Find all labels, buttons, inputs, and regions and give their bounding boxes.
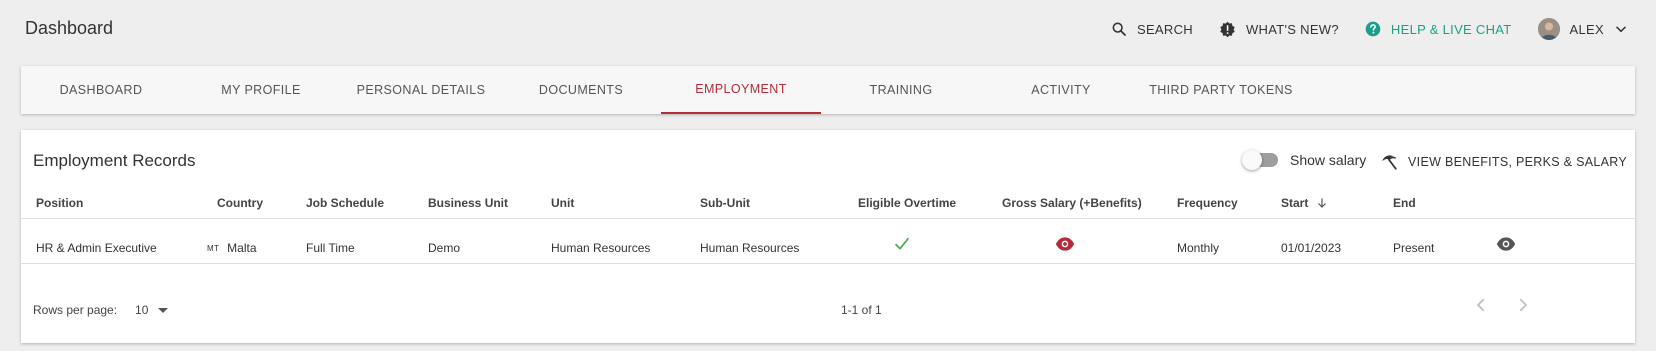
- column-header-gross-salary[interactable]: Gross Salary (+Benefits): [1002, 196, 1142, 210]
- dropdown-arrow-icon: [158, 307, 169, 313]
- rows-per-page-value: 10: [135, 303, 149, 317]
- column-header-position[interactable]: Position: [36, 196, 83, 210]
- rows-per-page-label: Rows per page:: [33, 303, 118, 317]
- tab-documents[interactable]: DOCUMENTS: [501, 66, 661, 114]
- country-name: Malta: [227, 241, 257, 255]
- tab-dashboard[interactable]: DASHBOARD: [21, 66, 181, 114]
- column-header-end[interactable]: End: [1393, 196, 1416, 210]
- next-page-button[interactable]: [1514, 296, 1532, 314]
- cell-end: Present: [1393, 241, 1435, 255]
- arrow-down-icon: [1316, 197, 1328, 209]
- cell-job-schedule: Full Time: [306, 241, 355, 255]
- rows-per-page-select[interactable]: 10: [135, 303, 169, 317]
- whats-new-button[interactable]: WHAT'S NEW?: [1219, 21, 1339, 38]
- view-benefits-button[interactable]: VIEW BENEFITS, PERKS & SALARY: [1380, 150, 1627, 174]
- toggle-track: [1242, 150, 1278, 170]
- cell-sub-unit: Human Resources: [700, 241, 800, 255]
- header-divider: [21, 218, 1635, 219]
- cell-business-unit: Demo: [428, 241, 461, 255]
- country-flag-code: MT: [207, 243, 220, 253]
- show-salary-label: Show salary: [1290, 152, 1367, 168]
- rows-per-page: Rows per page: 10: [33, 303, 169, 317]
- cell-country: MT Malta: [207, 241, 257, 255]
- cell-unit: Human Resources: [551, 241, 651, 255]
- toggle-thumb: [1242, 150, 1262, 170]
- tab-my-profile[interactable]: MY PROFILE: [181, 66, 341, 114]
- chevron-down-icon: [1614, 22, 1628, 36]
- view-benefits-label: VIEW BENEFITS, PERKS & SALARY: [1408, 155, 1627, 169]
- row-divider: [21, 263, 1635, 264]
- tab-third-party-tokens[interactable]: THIRD PARTY TOKENS: [1141, 66, 1301, 114]
- column-header-eligible-overtime[interactable]: Eligible Overtime: [858, 196, 956, 210]
- chevron-left-icon: [1477, 298, 1485, 312]
- previous-page-button[interactable]: [1472, 296, 1490, 314]
- user-name: ALEX: [1569, 21, 1604, 37]
- cell-frequency: Monthly: [1177, 241, 1220, 255]
- top-actions: SEARCH WHAT'S NEW? HELP & LIVE CHAT ALEX: [1085, 16, 1628, 42]
- avatar: [1537, 18, 1560, 40]
- cell-start: 01/01/2023: [1281, 241, 1342, 255]
- beach-umbrella-icon: [1380, 153, 1398, 171]
- reveal-salary-eye-icon[interactable]: [1055, 236, 1075, 255]
- help-icon: [1365, 21, 1381, 37]
- search-label: SEARCH: [1136, 21, 1193, 37]
- view-record-eye-icon[interactable]: [1496, 236, 1516, 255]
- user-menu[interactable]: ALEX: [1537, 18, 1628, 40]
- column-header-unit[interactable]: Unit: [551, 196, 574, 210]
- page-title: Dashboard: [25, 18, 114, 38]
- cell-position: HR & Admin Executive: [36, 241, 157, 255]
- records-title: Employment Records: [33, 151, 196, 170]
- tab-activity[interactable]: ACTIVITY: [981, 66, 1141, 114]
- top-bar: Dashboard SEARCH WHAT'S NEW? HELP & LIVE…: [0, 0, 1656, 58]
- start-header-label: Start: [1281, 196, 1309, 210]
- show-salary-toggle[interactable]: Show salary: [1242, 150, 1367, 170]
- help-live-chat-button[interactable]: HELP & LIVE CHAT: [1365, 21, 1512, 37]
- check-icon: [894, 236, 910, 255]
- tab-employment[interactable]: EMPLOYMENT: [661, 66, 821, 114]
- tab-personal-details[interactable]: PERSONAL DETAILS: [341, 66, 501, 114]
- chevron-right-icon: [1519, 298, 1527, 312]
- pagination-range: 1-1 of 1: [841, 303, 882, 317]
- column-header-country[interactable]: Country: [217, 196, 263, 210]
- column-header-sub-unit[interactable]: Sub-Unit: [700, 196, 750, 210]
- tab-training[interactable]: TRAINING: [821, 66, 981, 114]
- column-header-start[interactable]: Start: [1281, 196, 1328, 210]
- tab-bar: DASHBOARD MY PROFILE PERSONAL DETAILS DO…: [21, 66, 1635, 114]
- search-button[interactable]: SEARCH: [1111, 21, 1193, 37]
- search-icon: [1111, 21, 1127, 37]
- announcement-badge-icon: [1219, 21, 1236, 38]
- column-header-frequency[interactable]: Frequency: [1177, 196, 1238, 210]
- column-header-business-unit[interactable]: Business Unit: [428, 196, 508, 210]
- employment-records-card: Employment Records Show salary VIEW BENE…: [21, 130, 1635, 343]
- whats-new-label: WHAT'S NEW?: [1245, 21, 1339, 37]
- help-label: HELP & LIVE CHAT: [1390, 21, 1512, 37]
- column-header-job-schedule[interactable]: Job Schedule: [306, 196, 384, 210]
